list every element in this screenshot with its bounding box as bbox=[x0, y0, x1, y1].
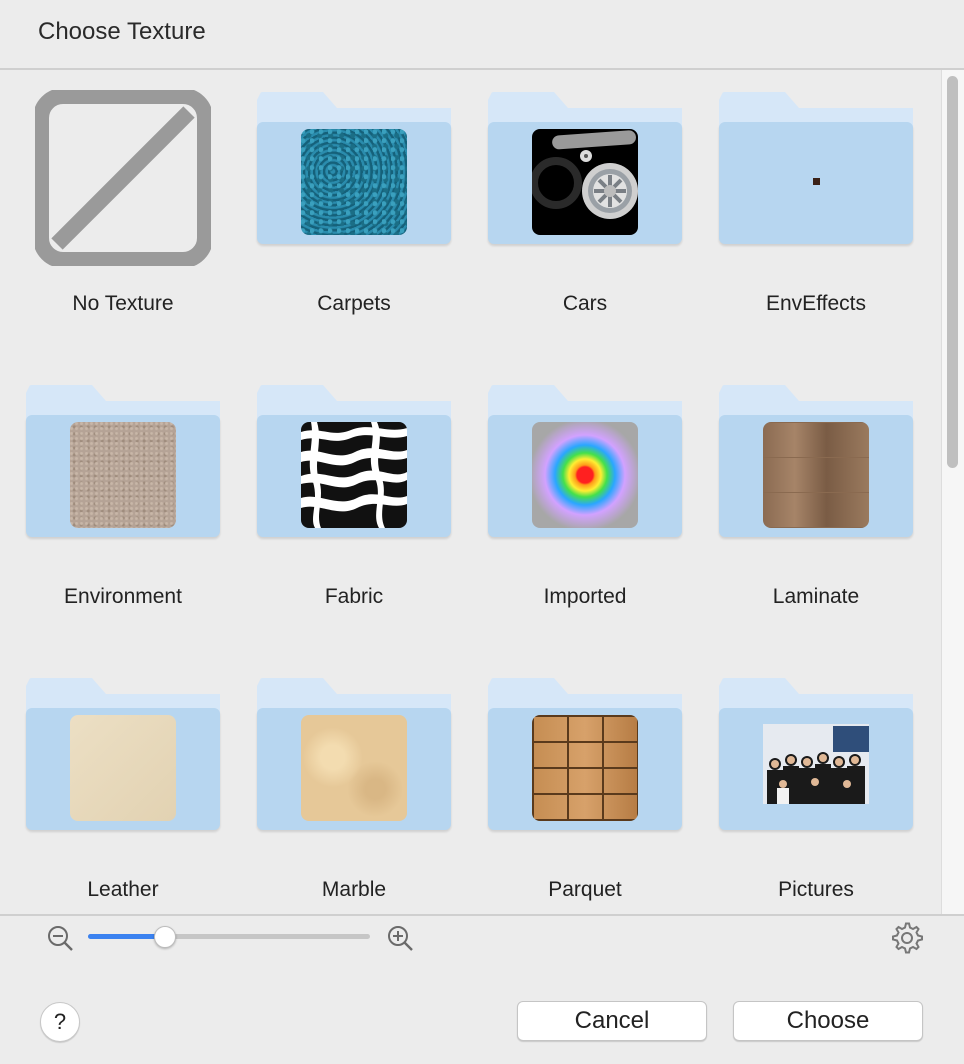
item-label: Imported bbox=[543, 585, 627, 608]
cancel-button[interactable]: Cancel bbox=[517, 1001, 707, 1041]
gear-icon[interactable] bbox=[890, 921, 924, 955]
folder-parquet[interactable]: Parquet bbox=[487, 656, 683, 906]
folder-pictures[interactable]: Pictures bbox=[718, 656, 914, 906]
item-label: Fabric bbox=[324, 585, 384, 608]
folder-icon bbox=[719, 385, 913, 539]
folder-imported[interactable]: Imported bbox=[487, 363, 683, 613]
folder-laminate[interactable]: Laminate bbox=[718, 363, 914, 613]
choose-button[interactable]: Choose bbox=[733, 1001, 923, 1041]
texture-grid: No Texture Carpets Cars EnvEffects Envir… bbox=[0, 68, 964, 916]
zebra-fabric-thumbnail bbox=[301, 422, 407, 528]
carpet-thumbnail bbox=[301, 129, 407, 235]
folder-icon bbox=[257, 385, 451, 539]
folder-leather[interactable]: Leather bbox=[25, 656, 221, 906]
item-label: Pictures bbox=[778, 878, 854, 901]
environment-thumbnail bbox=[70, 422, 176, 528]
leather-thumbnail bbox=[70, 715, 176, 821]
vertical-scrollbar[interactable] bbox=[941, 70, 964, 914]
texture-item-no-texture[interactable]: No Texture bbox=[25, 70, 221, 320]
laminate-thumbnail bbox=[763, 422, 869, 528]
zoom-slider-fill bbox=[88, 934, 165, 939]
help-button[interactable]: ? bbox=[40, 1002, 80, 1042]
item-label: Marble bbox=[321, 878, 387, 901]
scrollbar-thumb[interactable] bbox=[947, 76, 958, 468]
imported-thumbnail bbox=[532, 422, 638, 528]
item-label: Environment bbox=[64, 585, 182, 608]
dialog-title: Choose Texture bbox=[38, 18, 206, 45]
zoom-slider-knob[interactable] bbox=[154, 926, 177, 948]
item-label: Carpets bbox=[317, 292, 391, 315]
folder-icon bbox=[257, 92, 451, 246]
item-label: No Texture bbox=[72, 292, 174, 315]
zoom-in-icon[interactable] bbox=[386, 924, 414, 952]
folder-environment[interactable]: Environment bbox=[25, 363, 221, 613]
group-photo-thumbnail bbox=[763, 724, 869, 804]
folder-icon bbox=[488, 678, 682, 832]
zoom-out-icon[interactable] bbox=[46, 924, 74, 952]
folder-icon bbox=[719, 92, 913, 246]
tiny-thumbnail bbox=[813, 178, 820, 185]
car-wheel-thumbnail bbox=[532, 129, 638, 235]
folder-fabric[interactable]: Fabric bbox=[256, 363, 452, 613]
item-label: Leather bbox=[87, 878, 159, 901]
item-label: EnvEffects bbox=[766, 292, 866, 315]
marble-thumbnail bbox=[301, 715, 407, 821]
folder-icon bbox=[26, 678, 220, 832]
folder-cars[interactable]: Cars bbox=[487, 70, 683, 320]
folder-icon bbox=[488, 385, 682, 539]
folder-icon bbox=[26, 385, 220, 539]
parquet-thumbnail bbox=[532, 715, 638, 821]
folder-icon bbox=[719, 678, 913, 832]
folder-enveffects[interactable]: EnvEffects bbox=[718, 70, 914, 320]
folder-carpets[interactable]: Carpets bbox=[256, 70, 452, 320]
item-label: Laminate bbox=[772, 585, 860, 608]
folder-icon bbox=[257, 678, 451, 832]
item-label: Cars bbox=[562, 292, 608, 315]
no-texture-icon bbox=[35, 90, 211, 266]
folder-marble[interactable]: Marble bbox=[256, 656, 452, 906]
zoom-slider[interactable] bbox=[88, 926, 370, 948]
item-label: Parquet bbox=[548, 878, 622, 901]
folder-icon bbox=[488, 92, 682, 246]
